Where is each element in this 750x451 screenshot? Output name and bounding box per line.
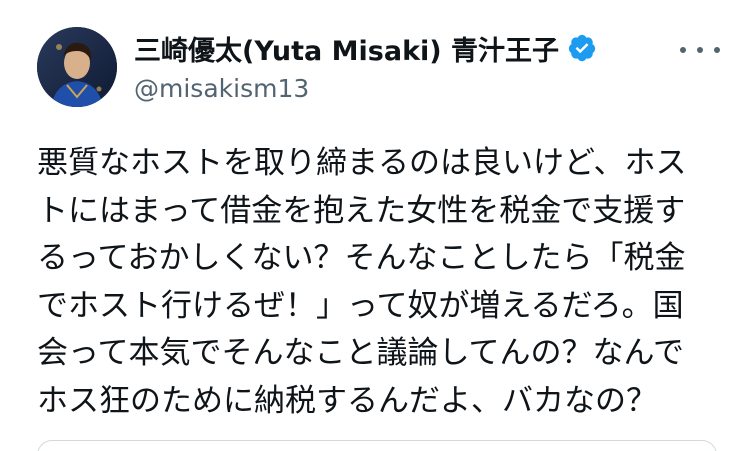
tweet-header: 三崎優太(Yuta Misaki) 青汁王子 @misakism13 [134, 28, 680, 106]
tweet-text-line: 会って本気でそんなこと議論してんの？なんで [37, 335, 684, 371]
author-name-row: 三崎優太(Yuta Misaki) 青汁王子 [134, 28, 680, 68]
tweet-text-line: でホスト行けるぜ！」って奴が増えるだろ。国 [37, 287, 684, 324]
tweet-text-line: ホス狂のために納税するんだよ、バカなの？ [37, 382, 657, 419]
profile-photo-icon [37, 27, 117, 107]
more-horizontal-icon[interactable] [680, 38, 720, 62]
author-handle[interactable]: @misakism13 [134, 72, 680, 106]
tweet-text: 悪質なホストを取り締まるのは良いけど、ホス トにはまって借金を抱えた女性を税金で… [37, 140, 717, 425]
tweet-text-line: トにはまって借金を抱えた女性を税金で支援す [37, 192, 686, 229]
tweet-card: 三崎優太(Yuta Misaki) 青汁王子 @misakism13 悪質なホス… [0, 0, 750, 451]
embedded-card-edge[interactable] [37, 440, 717, 451]
more-dot [714, 47, 720, 53]
tweet-text-line: 悪質なホストを取り締まるのは良いけど、ホス [37, 145, 687, 181]
tweet-text-line: るっておかしくない？そんなことしたら「税金 [37, 240, 686, 276]
verified-badge-icon [568, 34, 596, 62]
more-dot [680, 47, 686, 53]
author-display-name[interactable]: 三崎優太(Yuta Misaki) 青汁王子 [134, 29, 559, 68]
avatar[interactable] [37, 27, 117, 107]
more-dot [697, 47, 703, 53]
